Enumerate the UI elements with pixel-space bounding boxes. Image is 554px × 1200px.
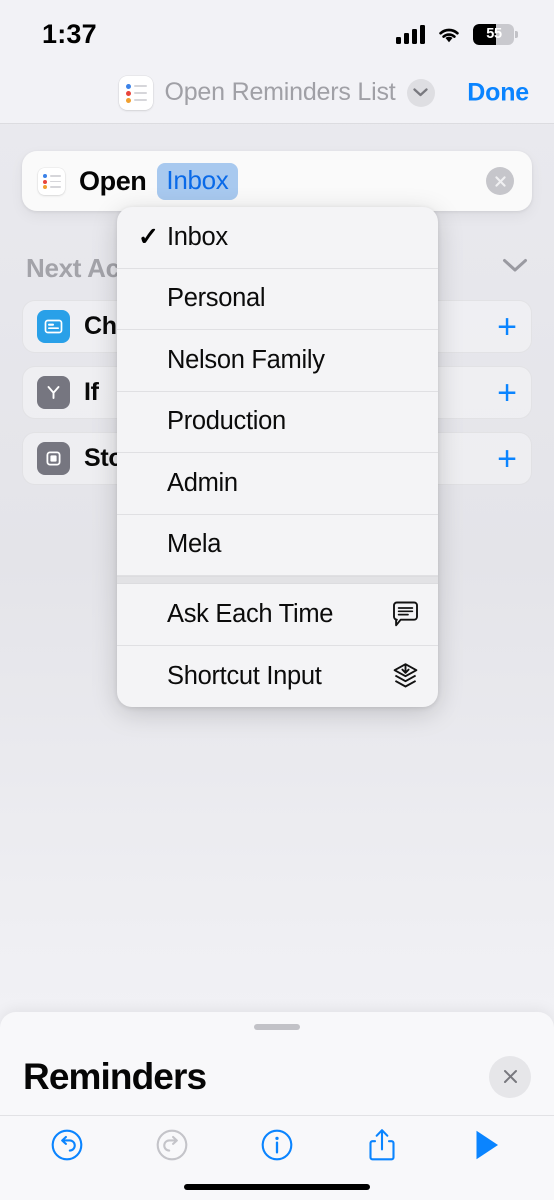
menu-item-admin[interactable]: ✓ Admin — [117, 453, 438, 515]
plus-icon[interactable]: + — [497, 310, 517, 344]
sheet-grabber[interactable] — [254, 1024, 300, 1030]
stop-square-icon — [37, 442, 70, 475]
menu-item-production[interactable]: ✓ Production — [117, 392, 438, 453]
menu-item-nelson-family[interactable]: ✓ Nelson Family — [117, 330, 438, 392]
share-icon[interactable] — [360, 1123, 404, 1167]
menu-item-label: Mela — [167, 530, 222, 559]
menu-item-label: Admin — [167, 468, 238, 497]
checkmark-icon: ✓ — [138, 222, 159, 251]
reminders-app-icon — [38, 167, 65, 195]
plus-icon[interactable]: + — [497, 376, 517, 410]
menu-item-label: Ask Each Time — [167, 599, 334, 628]
menu-card-icon — [37, 310, 70, 343]
chevron-down-icon[interactable] — [406, 78, 435, 107]
battery-indicator: 55 — [473, 23, 518, 45]
play-icon[interactable] — [465, 1123, 509, 1167]
navigation-header: Open Reminders List Done — [0, 62, 554, 124]
reminders-app-icon — [119, 75, 154, 110]
close-circle-icon[interactable] — [486, 167, 514, 195]
close-icon[interactable] — [489, 1055, 531, 1098]
menu-section-divider — [117, 576, 438, 584]
shortcut-input-layers-icon — [391, 662, 420, 690]
bottom-sheet: Reminders — [0, 1012, 554, 1200]
if-branch-icon — [37, 376, 70, 409]
status-bar: 1:37 55 — [0, 0, 554, 62]
wifi-icon — [439, 28, 459, 42]
action-verb-label: Open — [79, 165, 147, 196]
list-parameter-token[interactable]: Inbox — [157, 162, 238, 200]
status-bar-indicators: 55 — [396, 23, 518, 45]
menu-item-shortcut-input[interactable]: ✓ Shortcut Input — [117, 646, 438, 708]
plus-icon[interactable]: + — [497, 442, 517, 476]
status-bar-time: 1:37 — [42, 18, 97, 49]
reminders-list-dropdown-menu: ✓ Inbox ✓ Personal ✓ Nelson Family ✓ Pro… — [117, 207, 438, 707]
home-indicator — [184, 1184, 370, 1190]
undo-circle-icon[interactable] — [45, 1123, 89, 1167]
menu-item-label: Personal — [167, 284, 266, 313]
menu-item-inbox[interactable]: ✓ Inbox — [117, 207, 438, 269]
battery-percent-label: 55 — [486, 26, 502, 42]
cellular-signal-icon — [396, 24, 425, 44]
menu-item-ask-each-time[interactable]: ✓ Ask Each Time — [117, 584, 438, 646]
chevron-down-icon[interactable] — [502, 258, 528, 278]
sheet-title: Reminders — [23, 1055, 207, 1097]
redo-circle-icon[interactable] — [150, 1123, 194, 1167]
sheet-header: Reminders — [0, 1038, 554, 1116]
done-button[interactable]: Done — [467, 78, 529, 107]
info-circle-icon[interactable] — [255, 1123, 299, 1167]
suggestion-label: If — [84, 378, 99, 406]
action-card-open-reminders-list[interactable]: Open Inbox — [22, 151, 532, 211]
nav-title-group[interactable]: Open Reminders List — [119, 75, 435, 110]
speech-bubble-icon — [391, 601, 420, 628]
nav-title: Open Reminders List — [164, 78, 396, 106]
menu-item-label: Nelson Family — [167, 345, 325, 374]
menu-item-mela[interactable]: ✓ Mela — [117, 515, 438, 576]
menu-item-label: Shortcut Input — [167, 661, 322, 690]
menu-item-label: Production — [167, 407, 286, 436]
menu-item-personal[interactable]: ✓ Personal — [117, 269, 438, 330]
editor-toolbar — [0, 1119, 554, 1171]
menu-item-label: Inbox — [167, 222, 228, 251]
